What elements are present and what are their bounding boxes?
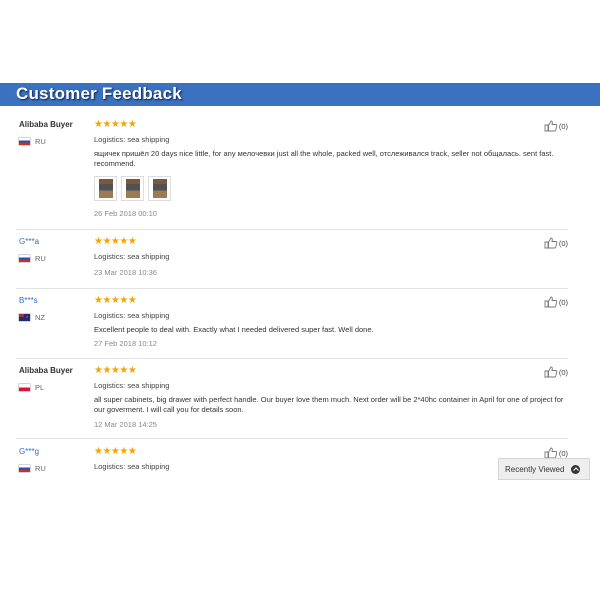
star-rating: ★★★★★ [94,446,137,457]
review-photo-thumbnail[interactable] [121,176,144,201]
flag-ru-icon [19,464,30,472]
review-date: 27 Feb 2018 10:12 [94,339,157,348]
page-title: Customer Feedback [16,84,182,103]
reviewer-country: RU [19,136,46,146]
logistics-text: Logistics: sea shipping [94,252,170,261]
recently-viewed-label: Recently Viewed [505,464,565,474]
logistics-text: Logistics: sea shipping [94,462,170,471]
star-rating: ★★★★★ [94,236,137,247]
country-code: RU [35,136,46,146]
flag-ru-icon [19,254,30,262]
reviewer-name: G***a [19,237,40,246]
country-code: NZ [35,312,45,322]
review-photos [94,176,171,201]
country-code: RU [35,463,46,473]
logistics-text: Logistics: sea shipping [94,381,170,390]
like-button[interactable]: (0) [544,120,568,132]
flag-pl-icon [19,383,30,391]
review-date: 23 Mar 2018 10:36 [94,268,157,277]
reviewer-name: Alibaba Buyer [19,120,73,129]
review-date: 12 Mar 2018 14:25 [94,420,157,429]
review-item: G***a RU ★★★★★ Logistics: sea shipping 2… [16,237,568,289]
thumbs-up-icon [544,120,558,132]
like-count: (0) [558,238,568,248]
logistics-text: Logistics: sea shipping [94,135,170,144]
star-rating: ★★★★★ [94,119,137,130]
reviewer-name: Alibaba Buyer [19,366,73,375]
star-rating: ★★★★★ [94,365,137,376]
thumbs-up-icon [544,366,558,378]
review-comment: all super cabinets, big drawer with perf… [94,395,564,414]
review-item: Alibaba Buyer RU ★★★★★ Logistics: sea sh… [16,120,568,230]
recently-viewed-button[interactable]: Recently Viewed [498,458,590,480]
review-comment: ящичек пришёл 20 days nice little, for a… [94,149,554,168]
reviewer-country: PL [19,382,44,392]
flag-ru-icon [19,137,30,145]
reviewer-name: B***s [19,296,38,305]
like-count: (0) [558,121,568,131]
reviewer-name: G***g [19,447,40,456]
review-item: B***s NZ ★★★★★ Logistics: sea shipping E… [16,296,568,359]
feedback-header: Customer Feedback [0,83,600,106]
star-rating: ★★★★★ [94,295,137,306]
like-count: (0) [558,297,568,307]
like-count: (0) [558,367,568,377]
chevron-up-icon [571,464,581,474]
like-button[interactable]: (0) [544,296,568,308]
like-count: (0) [558,448,568,458]
review-item: Alibaba Buyer PL ★★★★★ Logistics: sea sh… [16,366,568,439]
like-button[interactable]: (0) [544,366,568,378]
thumbs-up-icon [544,296,558,308]
logistics-text: Logistics: sea shipping [94,311,170,320]
review-photo-thumbnail[interactable] [94,176,117,201]
review-photo-thumbnail[interactable] [148,176,171,201]
reviewer-country: NZ [19,312,45,322]
review-comment: Excellent people to deal with. Exactly w… [94,325,374,334]
reviewer-country: RU [19,253,46,263]
like-button[interactable]: (0) [544,237,568,249]
country-code: PL [35,382,45,392]
reviewer-country: RU [19,463,46,473]
flag-nz-icon [19,313,30,321]
country-code: RU [35,253,46,263]
thumbs-up-icon [544,237,558,249]
review-date: 26 Feb 2018 00:10 [94,209,157,218]
review-item: G***g RU ★★★★★ Logistics: sea shipping (… [16,447,568,477]
